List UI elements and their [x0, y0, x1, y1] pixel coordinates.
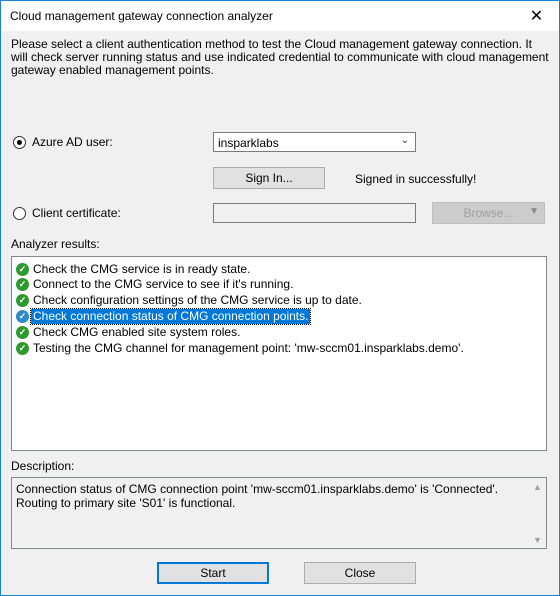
result-text: Check connection status of CMG connectio…: [29, 308, 312, 325]
description-text: Connection status of CMG connection poin…: [16, 482, 499, 510]
result-text: Testing the CMG channel for management p…: [33, 341, 464, 355]
check-circle-icon: ✓: [16, 263, 29, 276]
scroll-up-icon[interactable]: ▲: [529, 478, 546, 495]
description-label: Description:: [11, 459, 75, 473]
result-text: Check configuration settings of the CMG …: [33, 293, 362, 307]
azure-tenant-dropdown[interactable]: insparklabs ⌄: [213, 132, 416, 152]
result-text: Connect to the CMG service to see if it'…: [33, 277, 294, 291]
description-box[interactable]: Connection status of CMG connection poin…: [11, 477, 547, 549]
close-icon[interactable]: ✕: [514, 1, 559, 31]
sign-in-status: Signed in successfully!: [355, 172, 477, 186]
azure-ad-radio-row[interactable]: Azure AD user:: [13, 135, 113, 149]
client-certificate-radio[interactable]: [13, 206, 26, 220]
start-label: Start: [200, 566, 226, 580]
browse-label: Browse...: [463, 206, 514, 220]
result-item[interactable]: ✓ Check the CMG service is in ready stat…: [16, 262, 252, 277]
scroll-down-icon[interactable]: ▼: [529, 531, 546, 548]
analyzer-results-list[interactable]: ✓ Check the CMG service is in ready stat…: [11, 256, 547, 451]
title-bar: Cloud management gateway connection anal…: [1, 1, 559, 31]
result-item[interactable]: ✓ Connect to the CMG service to see if i…: [16, 277, 295, 292]
certificate-field[interactable]: [213, 203, 416, 223]
check-circle-icon: ✓: [16, 342, 29, 355]
description-scrollbar[interactable]: ▲ ▼: [529, 478, 546, 548]
client-certificate-label: Client certificate:: [32, 206, 121, 220]
start-button[interactable]: Start: [157, 562, 269, 584]
check-circle-icon: ✓: [16, 326, 29, 339]
check-circle-icon: ✓: [16, 294, 29, 307]
azure-ad-label: Azure AD user:: [32, 135, 113, 149]
chevron-down-icon: ⌄: [400, 135, 409, 146]
check-circle-icon: ✓: [16, 278, 29, 291]
result-item-selected[interactable]: ✓ Check connection status of CMG connect…: [16, 308, 312, 325]
sign-in-button[interactable]: Sign In...: [213, 167, 325, 189]
browse-button[interactable]: Browse... ▼: [432, 202, 545, 224]
result-text: Check the CMG service is in ready state.: [33, 262, 251, 276]
result-item[interactable]: ✓ Check CMG enabled site system roles.: [16, 325, 242, 340]
close-button[interactable]: Close: [304, 562, 416, 584]
client-certificate-radio-row[interactable]: Client certificate:: [13, 206, 121, 220]
azure-ad-radio[interactable]: [13, 135, 26, 149]
close-label: Close: [344, 566, 376, 580]
result-item[interactable]: ✓ Testing the CMG channel for management…: [16, 341, 466, 356]
intro-text: Please select a client authentication me…: [11, 37, 549, 77]
check-circle-icon: ✓: [16, 310, 29, 323]
result-text: Check CMG enabled site system roles.: [33, 325, 241, 339]
analyzer-window: Cloud management gateway connection anal…: [0, 0, 560, 596]
sign-in-label: Sign In...: [245, 171, 293, 185]
window-title: Cloud management gateway connection anal…: [10, 9, 273, 23]
chevron-down-icon: ▼: [529, 206, 539, 217]
analyzer-results-label: Analyzer results:: [11, 237, 100, 251]
result-item[interactable]: ✓ Check configuration settings of the CM…: [16, 293, 364, 308]
azure-tenant-value: insparklabs: [218, 136, 279, 150]
